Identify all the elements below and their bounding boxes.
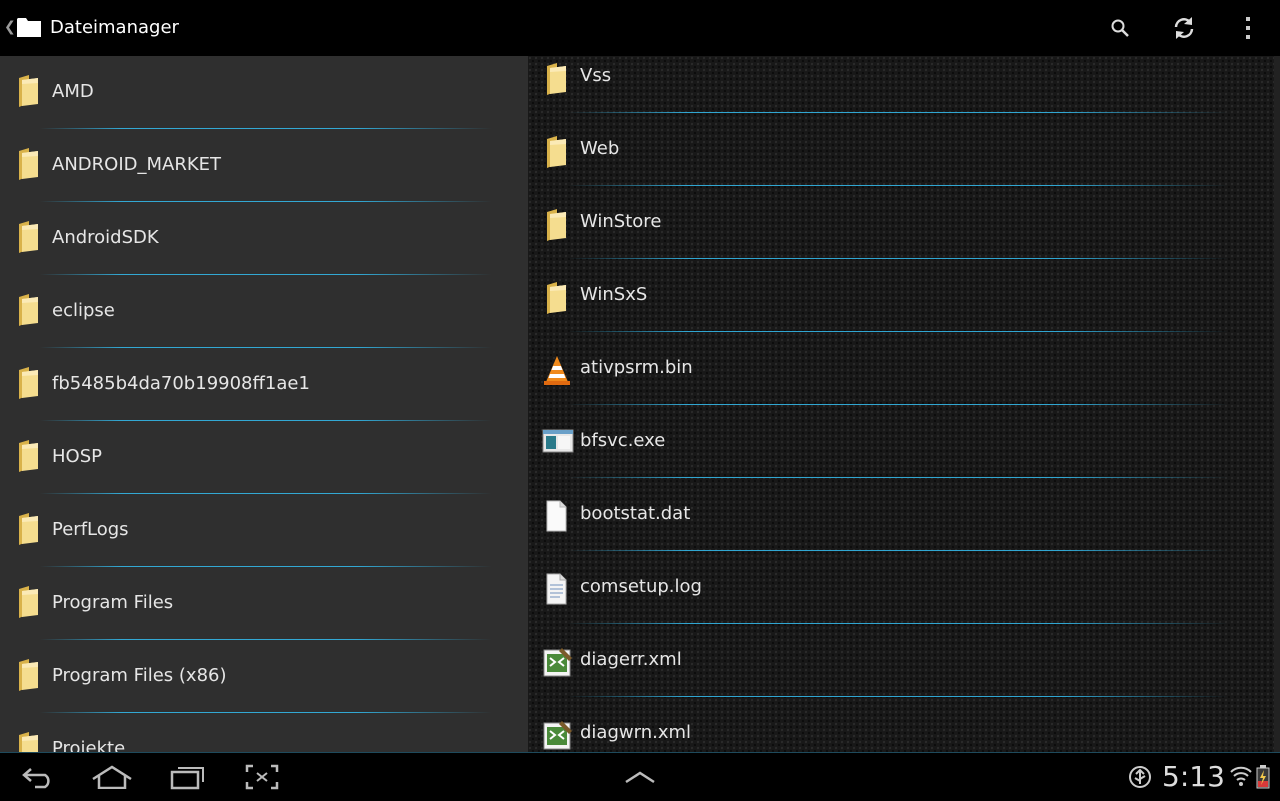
item-label: WinStore	[580, 211, 662, 232]
directory-tree-pane[interactable]: AMD ANDROID_MARKET AndroidSDK eclipse fb5485…	[0, 56, 528, 752]
list-item[interactable]: fb5485b4da70b19908ff1ae1	[0, 348, 528, 421]
folder-icon	[16, 74, 40, 112]
item-label: bootstat.dat	[580, 503, 691, 524]
folder-icon	[16, 439, 40, 477]
back-icon	[22, 768, 50, 789]
refresh-icon	[1174, 17, 1194, 39]
item-label: eclipse	[52, 300, 115, 321]
more-vertical-icon	[1246, 17, 1250, 39]
item-label: WinSxS	[580, 284, 648, 305]
chevron-up-icon	[625, 771, 655, 784]
list-item[interactable]: WinSxS	[528, 259, 1268, 332]
list-item[interactable]: bfsvc.exe	[528, 405, 1268, 478]
list-item[interactable]: AndroidSDK	[0, 202, 528, 275]
item-label: AMD	[52, 81, 94, 102]
list-item[interactable]: Web	[528, 113, 1268, 186]
item-label: Program Files	[52, 592, 174, 613]
item-label: diagwrn.xml	[580, 722, 692, 743]
list-item[interactable]: comsetup.log	[528, 551, 1268, 624]
item-label: Projekte	[52, 738, 126, 752]
folder-icon	[16, 512, 40, 550]
executable-icon	[542, 427, 574, 459]
folder-icon[interactable]	[17, 17, 41, 37]
scrollbar[interactable]	[1274, 56, 1280, 752]
item-label: bfsvc.exe	[580, 430, 666, 451]
item-label: PerfLogs	[52, 519, 129, 540]
list-item[interactable]: Vss	[528, 56, 1268, 113]
item-label: Web	[580, 138, 620, 159]
list-item[interactable]: Projekte	[0, 713, 528, 752]
chevron-left-icon[interactable]: ❮	[4, 18, 16, 36]
folder-icon	[16, 293, 40, 331]
refresh-button[interactable]	[1164, 8, 1204, 48]
item-label: diagerr.xml	[580, 649, 682, 670]
back-button[interactable]	[12, 759, 64, 795]
folder-icon	[16, 220, 40, 258]
search-button[interactable]	[1100, 8, 1140, 48]
wifi-icon[interactable]	[1230, 765, 1252, 787]
system-bar: 5:13	[0, 752, 1280, 801]
folder-icon	[544, 135, 568, 173]
item-label: Vss	[580, 65, 612, 86]
folder-icon	[16, 147, 40, 185]
list-item[interactable]: diagwrn.xml	[528, 697, 1268, 752]
list-item[interactable]: Program Files (x86)	[0, 640, 528, 713]
item-label: AndroidSDK	[52, 227, 159, 248]
screenshot-button[interactable]	[236, 759, 288, 795]
item-label: Program Files (x86)	[52, 665, 227, 686]
folder-icon	[16, 658, 40, 696]
item-label: HOSP	[52, 446, 102, 467]
list-item[interactable]: ANDROID_MARKET	[0, 129, 528, 202]
list-item[interactable]: bootstat.dat	[528, 478, 1268, 551]
search-icon	[1111, 19, 1129, 37]
folder-icon	[16, 585, 40, 623]
vlc-cone-icon	[542, 354, 572, 390]
item-label: comsetup.log	[580, 576, 702, 597]
recent-apps-button[interactable]	[162, 759, 214, 795]
blank-file-icon	[542, 500, 570, 536]
list-item[interactable]: eclipse	[0, 275, 528, 348]
home-icon	[92, 765, 132, 789]
item-label: fb5485b4da70b19908ff1ae1	[52, 373, 310, 394]
xml-file-icon	[542, 646, 574, 682]
app-title: Dateimanager	[50, 17, 179, 38]
menu-button[interactable]	[614, 759, 666, 795]
xml-file-icon	[542, 719, 574, 752]
battery-icon[interactable]	[1256, 765, 1270, 789]
folder-icon	[544, 62, 568, 100]
folder-icon	[544, 208, 568, 246]
usb-debugging-icon[interactable]	[1128, 765, 1152, 789]
file-list-pane[interactable]: Vss Web WinStore WinSxS ativpsrm.bin bfsvc.ex…	[528, 56, 1280, 752]
screenshot-icon	[245, 764, 279, 790]
list-item[interactable]: WinStore	[528, 186, 1268, 259]
list-item[interactable]: Program Files	[0, 567, 528, 640]
folder-icon	[544, 281, 568, 319]
list-item[interactable]: AMD	[0, 56, 528, 129]
action-bar: ❮ Dateimanager	[0, 0, 1280, 56]
clock[interactable]: 5:13	[1162, 761, 1225, 793]
folder-icon	[16, 366, 40, 404]
home-button[interactable]	[86, 759, 138, 795]
item-label: ANDROID_MARKET	[52, 154, 222, 175]
list-item[interactable]: HOSP	[0, 421, 528, 494]
overflow-menu-button[interactable]	[1228, 8, 1268, 48]
list-item[interactable]: diagerr.xml	[528, 624, 1268, 697]
recent-apps-icon	[170, 767, 204, 790]
list-item[interactable]: PerfLogs	[0, 494, 528, 567]
folder-icon	[16, 731, 40, 752]
list-item[interactable]: ativpsrm.bin	[528, 332, 1268, 405]
text-file-icon	[542, 573, 570, 609]
item-label: ativpsrm.bin	[580, 357, 693, 378]
